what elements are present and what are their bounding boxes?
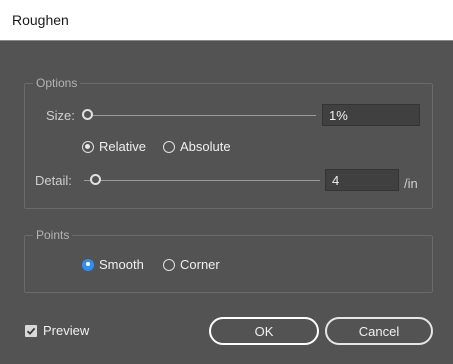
points-group-label: Points	[33, 228, 73, 242]
checkmark-icon	[25, 324, 37, 337]
relative-label: Relative	[99, 139, 146, 154]
ok-button[interactable]: OK	[209, 317, 319, 345]
smooth-label: Smooth	[99, 257, 144, 272]
radio-unchecked-icon	[163, 140, 175, 153]
roughen-dialog: Options Size: 1% Relative Absolute Detai…	[0, 41, 453, 364]
window-title: Roughen	[12, 12, 69, 28]
absolute-label: Absolute	[180, 139, 231, 154]
size-slider-track[interactable]	[86, 115, 316, 116]
detail-slider-thumb[interactable]	[90, 174, 101, 185]
absolute-radio[interactable]: Absolute	[163, 139, 231, 154]
detail-label: Detail:	[35, 173, 72, 188]
size-slider-thumb[interactable]	[82, 109, 93, 120]
preview-checkbox[interactable]: Preview	[25, 323, 89, 338]
size-label: Size:	[46, 108, 75, 123]
title-bar: Roughen	[0, 0, 453, 41]
corner-label: Corner	[180, 257, 220, 272]
radio-checked-icon	[82, 258, 94, 271]
corner-radio[interactable]: Corner	[163, 257, 220, 272]
detail-input[interactable]: 4	[325, 169, 399, 191]
options-group-label: Options	[33, 76, 81, 90]
size-input[interactable]: 1%	[322, 104, 420, 126]
preview-label: Preview	[43, 323, 90, 338]
detail-slider-track[interactable]	[84, 180, 320, 181]
detail-unit: /in	[404, 176, 418, 191]
radio-unchecked-icon	[163, 258, 175, 271]
cancel-button[interactable]: Cancel	[325, 317, 433, 345]
smooth-radio[interactable]: Smooth	[82, 257, 144, 272]
radio-checked-icon	[82, 140, 94, 153]
relative-radio[interactable]: Relative	[82, 139, 146, 154]
